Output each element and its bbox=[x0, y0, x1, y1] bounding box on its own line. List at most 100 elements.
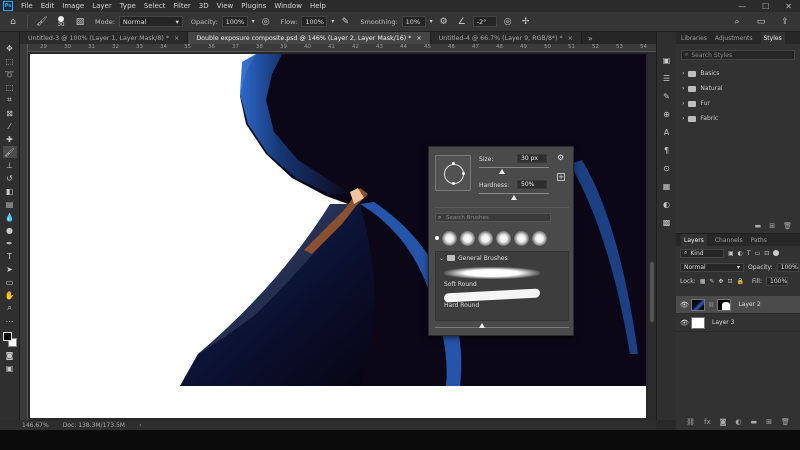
preview-size-slider[interactable] bbox=[435, 327, 569, 328]
search-styles-input[interactable]: ⌕ Search Styles bbox=[681, 50, 795, 60]
link-icon[interactable]: ⛓ bbox=[708, 302, 714, 308]
path-selection-tool-icon[interactable]: ➤ bbox=[3, 263, 17, 275]
gear-icon[interactable]: ⚙ bbox=[437, 15, 451, 29]
hard-round-stroke-preview[interactable] bbox=[444, 288, 540, 303]
pressure-opacity-icon[interactable]: ◎ bbox=[259, 15, 273, 29]
screen-mode-icon[interactable]: ▣ bbox=[3, 362, 17, 374]
gradient-tool-icon[interactable]: ▤ bbox=[3, 198, 17, 210]
brush-angle-preview[interactable] bbox=[435, 155, 471, 191]
layer-row-layer-2[interactable]: 👁 ⛓ Layer 2 bbox=[676, 296, 800, 314]
more-tools-icon[interactable]: ⋯ bbox=[3, 315, 17, 327]
tab-adjustments[interactable]: Adjustments bbox=[715, 35, 753, 42]
size-field[interactable]: 30 px bbox=[517, 154, 547, 163]
preview-size-knob[interactable] bbox=[479, 323, 485, 328]
soft-round-stroke-preview[interactable] bbox=[444, 267, 540, 279]
color-icon[interactable]: ◐ bbox=[661, 198, 673, 210]
move-tool-icon[interactable]: ✥ bbox=[3, 42, 17, 54]
recent-brush-tip[interactable] bbox=[435, 236, 439, 240]
zoom-level[interactable]: 146.67% bbox=[22, 422, 49, 429]
close-tab-icon[interactable]: × bbox=[568, 35, 573, 42]
new-style-icon[interactable]: ⊞ bbox=[769, 222, 775, 232]
hardness-field[interactable]: 50% bbox=[517, 180, 547, 189]
add-mask-icon[interactable]: ◙ bbox=[720, 418, 727, 428]
tab-channels[interactable]: Channels bbox=[715, 237, 743, 244]
new-group-icon[interactable]: ▬ bbox=[751, 418, 758, 428]
chevron-down-icon[interactable]: ▾ bbox=[331, 18, 334, 25]
menu-3d[interactable]: 3D bbox=[195, 2, 213, 10]
menu-filter[interactable]: Filter bbox=[169, 2, 194, 10]
properties-icon[interactable]: ☰ bbox=[661, 72, 673, 84]
eye-icon[interactable]: 👁 bbox=[680, 319, 689, 327]
hardness-slider-knob[interactable] bbox=[511, 195, 517, 200]
close-tab-icon[interactable]: × bbox=[416, 35, 421, 42]
gear-icon[interactable]: ⚙ bbox=[557, 153, 564, 162]
patterns-icon[interactable]: ▩ bbox=[661, 216, 673, 228]
filter-shape-icon[interactable]: ▭ bbox=[755, 250, 761, 257]
layer-row-layer-3[interactable]: 👁 Layer 3 bbox=[676, 314, 800, 332]
lasso-tool-icon[interactable]: ➰ bbox=[3, 68, 17, 80]
layer-thumbnail[interactable] bbox=[691, 316, 705, 329]
brush-name[interactable]: Hard Round bbox=[436, 302, 568, 309]
dodge-tool-icon[interactable]: ● bbox=[3, 224, 17, 236]
brush-tool-icon[interactable]: 🖌 bbox=[2, 146, 17, 158]
filter-pixel-icon[interactable]: ▣ bbox=[728, 250, 734, 257]
hardness-slider[interactable] bbox=[479, 193, 549, 194]
angle-field[interactable]: -2° bbox=[472, 16, 497, 27]
hand-tool-icon[interactable]: ✋ bbox=[3, 289, 17, 301]
tab-styles[interactable]: Styles bbox=[760, 32, 785, 44]
minimize-icon[interactable]: — bbox=[738, 2, 746, 11]
new-preset-icon[interactable]: + bbox=[557, 173, 565, 181]
recent-brush-tip[interactable] bbox=[496, 230, 511, 246]
more-tabs-icon[interactable]: » bbox=[582, 32, 599, 44]
vertical-scrollbar[interactable] bbox=[648, 52, 656, 420]
menu-file[interactable]: File bbox=[17, 2, 37, 10]
search-icon[interactable]: ⌕ bbox=[730, 15, 744, 29]
filter-smart-icon[interactable]: ⊡ bbox=[764, 250, 769, 257]
character-icon[interactable]: A bbox=[661, 126, 673, 138]
layer-filter-select[interactable]: ⌕ Kind bbox=[680, 248, 724, 258]
style-group-fur[interactable]: › Fur bbox=[676, 96, 800, 111]
blur-tool-icon[interactable]: 💧 bbox=[3, 211, 17, 223]
zoom-tool-icon[interactable]: ⌕ bbox=[3, 302, 17, 314]
scrollbar-thumb[interactable] bbox=[650, 262, 654, 322]
close-tab-icon[interactable]: × bbox=[174, 35, 179, 42]
doc-size[interactable]: Doc: 138.3M/173.5M bbox=[63, 422, 125, 429]
filter-toggle-icon[interactable] bbox=[773, 250, 780, 256]
roundness-handle[interactable] bbox=[452, 162, 455, 165]
color-swatches[interactable] bbox=[2, 332, 17, 348]
fill-field[interactable]: 100% bbox=[766, 276, 788, 286]
brush-size-picker[interactable]: 30 bbox=[53, 15, 69, 28]
shape-tool-icon[interactable]: ▭ bbox=[3, 276, 17, 288]
flow-field[interactable]: 100% bbox=[301, 16, 328, 27]
share-icon[interactable]: ⇪ bbox=[778, 15, 792, 29]
lock-all-icon[interactable]: 🔒 bbox=[736, 278, 743, 285]
trash-icon[interactable]: 🗑 bbox=[781, 418, 790, 428]
layer-name[interactable]: Layer 3 bbox=[712, 319, 734, 326]
blend-mode-select[interactable]: Normal ▾ bbox=[680, 262, 744, 272]
recent-brush-tip[interactable] bbox=[532, 230, 547, 246]
menu-view[interactable]: View bbox=[213, 2, 238, 10]
glyphs-icon[interactable]: ⊙ bbox=[661, 162, 673, 174]
brush-name[interactable]: Soft Round bbox=[436, 281, 568, 288]
smoothing-field[interactable]: 10% bbox=[401, 16, 426, 27]
tab-libraries[interactable]: Libraries bbox=[681, 35, 707, 42]
menu-edit[interactable]: Edit bbox=[37, 2, 59, 10]
new-layer-icon[interactable]: ⊞ bbox=[766, 418, 772, 428]
frame-tool-icon[interactable]: ⊠ bbox=[3, 107, 17, 119]
tab-layers[interactable]: Layers bbox=[681, 234, 707, 246]
brush-tool-preset-icon[interactable]: 🖌 bbox=[35, 15, 49, 29]
recent-brush-tip[interactable] bbox=[442, 230, 457, 246]
menu-layer[interactable]: Layer bbox=[88, 2, 116, 10]
angle-handle[interactable] bbox=[462, 172, 465, 175]
adjustment-layer-icon[interactable]: ◐ bbox=[735, 418, 741, 428]
clone-source-icon[interactable]: ⊕ bbox=[661, 108, 673, 120]
marquee-tool-icon[interactable]: ⬚ bbox=[3, 55, 17, 67]
menu-plugins[interactable]: Plugins bbox=[237, 2, 270, 10]
style-group-natural[interactable]: › Natural bbox=[676, 81, 800, 96]
style-group-basics[interactable]: › Basics bbox=[676, 66, 800, 81]
eye-icon[interactable]: 👁 bbox=[680, 301, 689, 309]
lock-artboard-icon[interactable]: ⊡ bbox=[727, 278, 732, 285]
eraser-tool-icon[interactable]: ◧ bbox=[3, 185, 17, 197]
quick-mask-icon[interactable]: ◙ bbox=[3, 349, 17, 361]
opacity-field[interactable]: 100% bbox=[221, 16, 248, 27]
